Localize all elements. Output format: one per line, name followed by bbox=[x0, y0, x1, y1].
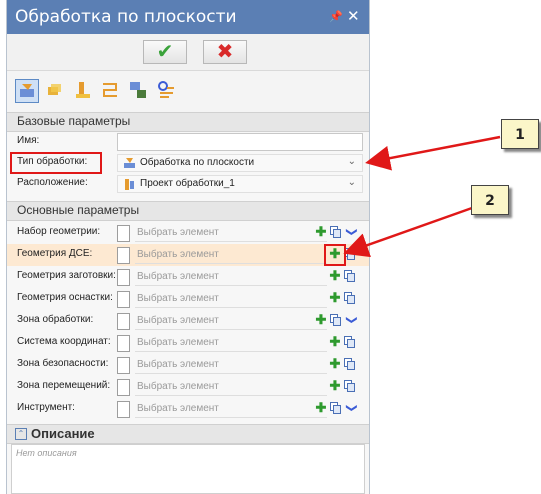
arrow-to-processing-type bbox=[365, 135, 501, 171]
arrow-to-add-button bbox=[343, 206, 473, 258]
callout-2: 2 bbox=[471, 185, 509, 215]
callout-1: 1 bbox=[501, 119, 539, 149]
annotation-arrows bbox=[343, 135, 501, 258]
